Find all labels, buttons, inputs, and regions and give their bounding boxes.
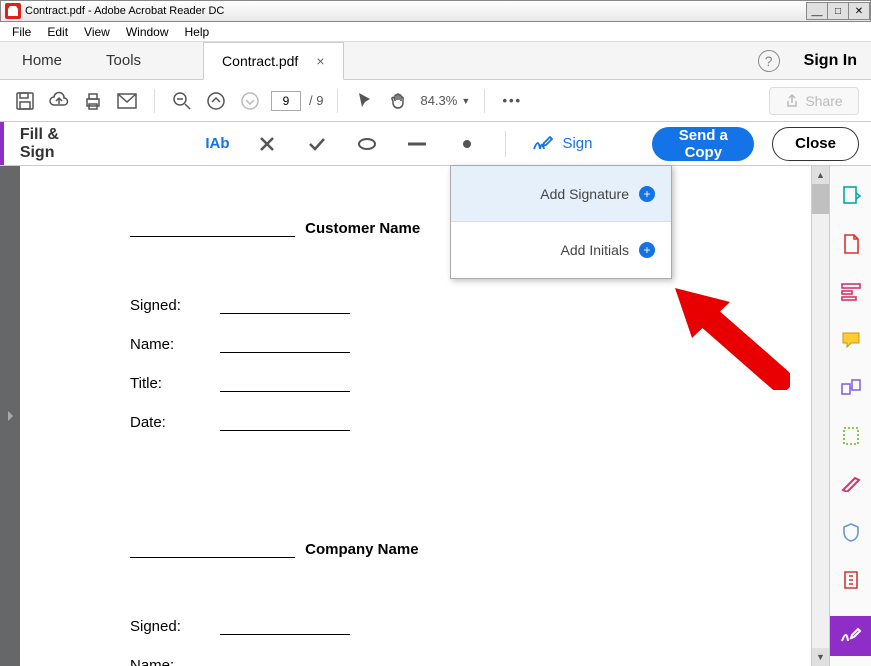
- plus-icon: +: [639, 242, 655, 258]
- right-tools-panel: [829, 166, 871, 666]
- page-number-input[interactable]: [271, 91, 301, 111]
- app-icon: [5, 3, 21, 19]
- selection-tool-icon[interactable]: [352, 88, 378, 114]
- add-initials-label: Add Initials: [561, 242, 629, 258]
- scroll-up-icon[interactable]: ▲: [812, 166, 829, 184]
- checkmark-tool-icon[interactable]: [305, 132, 329, 156]
- x-mark-tool-icon[interactable]: [255, 132, 279, 156]
- page-down-icon[interactable]: [237, 88, 263, 114]
- menu-help[interactable]: Help: [177, 25, 218, 39]
- customer-name-label: Customer Name: [305, 220, 420, 237]
- document-area[interactable]: Customer Name Signed: Name: Title: Date:…: [20, 166, 811, 666]
- menu-view[interactable]: View: [76, 25, 118, 39]
- redact-icon[interactable]: [839, 472, 863, 496]
- page-count-label: / 9: [309, 93, 323, 108]
- share-label: Share: [805, 93, 842, 109]
- field-line: [220, 414, 350, 431]
- cloud-icon[interactable]: [46, 88, 72, 114]
- add-signature-item[interactable]: Add Signature +: [451, 166, 671, 222]
- tab-document-label: Contract.pdf: [222, 53, 298, 69]
- close-window-button[interactable]: ✕: [848, 2, 870, 20]
- vertical-scrollbar[interactable]: ▲ ▼: [811, 166, 829, 666]
- help-icon[interactable]: ?: [758, 50, 780, 72]
- tab-home[interactable]: Home: [0, 42, 84, 79]
- add-initials-item[interactable]: Add Initials +: [451, 222, 671, 278]
- sign-button-label: Sign: [562, 135, 592, 152]
- dot-tool-icon[interactable]: [455, 132, 479, 156]
- edit-pdf-icon[interactable]: [839, 280, 863, 304]
- circle-tool-icon[interactable]: [355, 132, 379, 156]
- protect-icon[interactable]: [839, 520, 863, 544]
- create-pdf-icon[interactable]: [839, 232, 863, 256]
- organize-pages-icon[interactable]: [839, 424, 863, 448]
- window-title: Contract.pdf - Adobe Acrobat Reader DC: [25, 5, 807, 17]
- maximize-button[interactable]: □: [827, 2, 849, 20]
- sign-in-button[interactable]: Sign In: [804, 52, 857, 70]
- fill-sign-tool-active[interactable]: [830, 616, 871, 656]
- menu-window[interactable]: Window: [118, 25, 177, 39]
- zoom-out-icon[interactable]: [169, 88, 195, 114]
- print-icon[interactable]: [80, 88, 106, 114]
- zoom-dropdown[interactable]: 84.3% ▼: [420, 93, 470, 108]
- field-line: [220, 297, 350, 314]
- signature-icon: [532, 135, 554, 153]
- more-tools-icon[interactable]: •••: [499, 88, 525, 114]
- field-line: [220, 336, 350, 353]
- page-up-icon[interactable]: [203, 88, 229, 114]
- menu-file[interactable]: File: [4, 25, 39, 39]
- menu-bar: File Edit View Window Help: [0, 22, 871, 42]
- scroll-down-icon[interactable]: ▼: [812, 648, 829, 666]
- save-icon[interactable]: [12, 88, 38, 114]
- email-icon[interactable]: [114, 88, 140, 114]
- company-name-label: Company Name: [305, 541, 418, 558]
- name-label: Name:: [130, 336, 220, 353]
- tab-tools[interactable]: Tools: [84, 42, 163, 79]
- menu-edit[interactable]: Edit: [39, 25, 76, 39]
- field-line: [220, 618, 350, 635]
- signed-label-2: Signed:: [130, 618, 220, 635]
- field-line: [220, 657, 350, 666]
- sign-button[interactable]: Sign: [532, 135, 592, 153]
- tab-strip: Home Tools Contract.pdf × ? Sign In: [0, 42, 871, 80]
- add-signature-label: Add Signature: [540, 186, 629, 202]
- share-button[interactable]: Share: [769, 87, 859, 115]
- signature-line: [130, 542, 295, 558]
- hand-tool-icon[interactable]: [386, 88, 412, 114]
- sign-dropdown: Add Signature + Add Initials +: [450, 165, 672, 279]
- line-tool-icon[interactable]: [405, 132, 429, 156]
- minimize-button[interactable]: __: [806, 2, 828, 20]
- compress-pdf-icon[interactable]: [839, 568, 863, 592]
- close-tool-button[interactable]: Close: [772, 127, 859, 161]
- share-icon: [785, 94, 799, 108]
- comment-icon[interactable]: [839, 328, 863, 352]
- send-copy-button[interactable]: Send a Copy: [652, 127, 754, 161]
- fill-sign-toolbar: Fill & Sign IAb Sign Send a Copy Close: [0, 122, 871, 166]
- left-panel-toggle[interactable]: [0, 166, 20, 666]
- title-label: Title:: [130, 375, 220, 392]
- date-label: Date:: [130, 414, 220, 431]
- title-bar: Contract.pdf - Adobe Acrobat Reader DC _…: [0, 0, 871, 22]
- combine-files-icon[interactable]: [839, 376, 863, 400]
- export-pdf-icon[interactable]: [839, 184, 863, 208]
- tab-document[interactable]: Contract.pdf ×: [203, 42, 343, 80]
- main-toolbar: / 9 84.3% ▼ ••• Share: [0, 80, 871, 122]
- pdf-page: Customer Name Signed: Name: Title: Date:…: [20, 166, 811, 666]
- signed-label: Signed:: [130, 297, 220, 314]
- zoom-value: 84.3%: [420, 93, 457, 108]
- tab-close-icon[interactable]: ×: [316, 53, 324, 69]
- fill-sign-label: Fill & Sign: [4, 126, 86, 162]
- text-tool-icon[interactable]: IAb: [205, 132, 229, 156]
- field-line: [220, 375, 350, 392]
- plus-icon: +: [639, 186, 655, 202]
- signature-line: [130, 221, 295, 237]
- chevron-down-icon: ▼: [461, 96, 470, 106]
- name-label-2: Name:: [130, 657, 220, 666]
- scroll-thumb[interactable]: [812, 184, 829, 214]
- document-viewport: Customer Name Signed: Name: Title: Date:…: [0, 166, 871, 666]
